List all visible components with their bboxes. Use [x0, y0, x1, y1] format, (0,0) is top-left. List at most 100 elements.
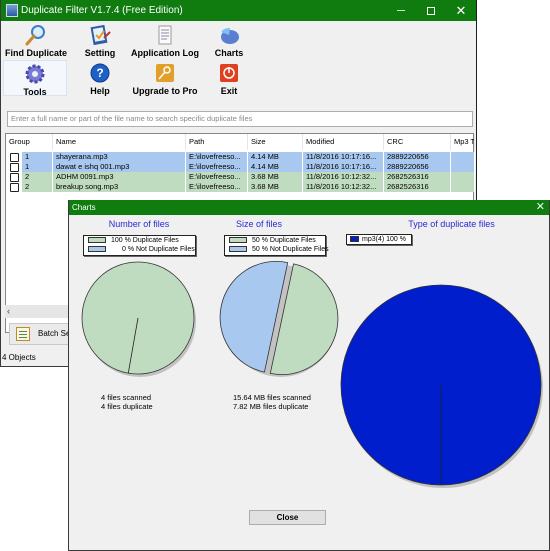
title-bar: Duplicate Filter V1.7.4 (Free Edition) ✕: [1, 0, 476, 21]
files-duplicate-text: 4 files duplicate: [101, 402, 153, 411]
cell-crc: 2889220656: [384, 152, 451, 162]
files-scanned-text: 4 files scanned: [101, 393, 152, 402]
window-title: Duplicate Filter V1.7.4 (Free Edition): [21, 5, 183, 16]
chart-title-type-of-files: Type of duplicate files: [408, 219, 495, 229]
legend-swatch-duplicate: [229, 237, 247, 243]
legend-number-of-files: 100 % Duplicate Files 0 % Not Duplicate …: [83, 235, 196, 256]
dialog-close-icon[interactable]: ✕: [536, 200, 545, 215]
find-duplicate-button[interactable]: Find Duplicate: [1, 22, 71, 58]
minimize-button[interactable]: [386, 0, 416, 21]
cell-path: E:\ilovefreeso...: [186, 182, 248, 192]
legend-swatch-not-duplicate: [88, 246, 106, 252]
legend-label: 0 % Not Duplicate Files: [122, 246, 195, 253]
cell-name: breakup song.mp3: [53, 182, 186, 192]
pie-chart-icon: [221, 27, 239, 44]
cell-modified: 11/8/2016 10:12:32...: [303, 172, 384, 182]
cell-group: 2: [22, 172, 53, 182]
cell-size: 4.14 MB: [248, 152, 303, 162]
legend-item: mp3(4) 100 %: [347, 235, 411, 244]
cell-group: 1: [22, 162, 53, 172]
column-header-name[interactable]: Name: [53, 134, 186, 150]
table-row[interactable]: 2 breakup song.mp3 E:\ilovefreeso... 3.6…: [6, 182, 475, 192]
search-input[interactable]: Enter a full name or part of the file na…: [7, 111, 473, 127]
legend-item: 50 % Duplicate Files: [225, 236, 325, 245]
cell-path: E:\ilovefreeso...: [186, 162, 248, 172]
column-header-size[interactable]: Size: [248, 134, 303, 150]
toolbar: Find Duplicate Setting Application Log C…: [1, 22, 261, 98]
table-header: Group Name Path Size Modified CRC Mp3 T: [6, 134, 475, 150]
key-icon: [156, 64, 174, 82]
scroll-left-icon[interactable]: ‹: [7, 305, 10, 318]
cell-modified: 11/8/2016 10:12:32...: [303, 182, 384, 192]
legend-item: 100 % Duplicate Files: [84, 236, 195, 245]
legend-label: 100 % Duplicate Files: [111, 237, 179, 244]
legend-swatch-not-duplicate: [229, 246, 247, 252]
legend-label: 50 % Duplicate Files: [252, 237, 316, 244]
column-header-path[interactable]: Path: [186, 134, 248, 150]
close-button[interactable]: ✕: [446, 0, 476, 21]
app-icon: [6, 4, 18, 17]
dialog-title: Charts: [72, 203, 96, 212]
column-header-group[interactable]: Group: [6, 134, 53, 150]
stats-size-of-files: 15.64 MB files scanned 7.82 MB files dup…: [233, 393, 311, 411]
exit-button[interactable]: Exit: [194, 60, 264, 96]
cell-path: E:\ilovefreeso...: [186, 172, 248, 182]
close-button[interactable]: Close: [249, 510, 326, 525]
cell-name: shayerana.mp3: [53, 152, 186, 162]
legend-swatch-duplicate: [88, 237, 106, 243]
maximize-icon: [427, 6, 435, 15]
cell-modified: 11/8/2016 10:17:16...: [303, 152, 384, 162]
svg-text:?: ?: [96, 66, 103, 80]
table-row[interactable]: 1 shayerana.mp3 E:\ilovefreeso... 4.14 M…: [6, 152, 475, 162]
row-checkbox[interactable]: [10, 173, 19, 182]
legend-item: 50 % Not Duplicate Files: [225, 245, 329, 254]
cell-size: 3.68 MB: [248, 172, 303, 182]
help-icon: ?: [90, 63, 110, 83]
cell-modified: 11/8/2016 10:17:16...: [303, 162, 384, 172]
size-scanned-text: 15.64 MB files scanned: [233, 393, 311, 402]
row-checkbox[interactable]: [10, 183, 19, 192]
cell-mp3: [451, 182, 475, 192]
column-header-mp3[interactable]: Mp3 T: [451, 134, 475, 150]
size-duplicate-text: 7.82 MB files duplicate: [233, 402, 309, 411]
chart-title-number-of-files: Number of files: [108, 219, 170, 229]
cell-group: 1: [22, 152, 53, 162]
cell-mp3: [451, 172, 475, 182]
pie-chart-size-of-files: [219, 260, 339, 377]
upgrade-to-pro-button[interactable]: Upgrade to Pro: [130, 60, 200, 96]
cell-size: 4.14 MB: [248, 162, 303, 172]
table-row[interactable]: 2 ADHM 0091.mp3 E:\ilovefreeso... 3.68 M…: [6, 172, 475, 182]
checklist-icon: [16, 327, 30, 341]
column-header-crc[interactable]: CRC: [384, 134, 451, 150]
horizontal-scrollbar[interactable]: ‹: [5, 305, 75, 318]
legend-type-of-files: mp3(4) 100 %: [346, 234, 412, 245]
magnifier-icon: [25, 25, 45, 46]
status-bar-text: 4 Objects: [2, 353, 36, 362]
minimize-icon: [397, 10, 405, 12]
gear-icon: [25, 64, 45, 84]
cell-path: E:\ilovefreeso...: [186, 152, 248, 162]
chart-title-size-of-files: Size of files: [235, 219, 283, 229]
stats-number-of-files: 4 files scanned 4 files duplicate: [101, 393, 153, 411]
charts-button[interactable]: Charts: [194, 22, 264, 58]
cell-mp3: [451, 162, 475, 172]
cell-size: 3.68 MB: [248, 182, 303, 192]
setting-button[interactable]: Setting: [65, 22, 135, 58]
pie-chart-number-of-files: [81, 261, 196, 377]
cell-crc: 2889220656: [384, 162, 451, 172]
cell-mp3: [451, 152, 475, 162]
legend-swatch-mp3: [350, 236, 359, 242]
legend-size-of-files: 50 % Duplicate Files 50 % Not Duplicate …: [224, 235, 329, 256]
tools-button[interactable]: Tools: [3, 60, 67, 97]
column-header-modified[interactable]: Modified: [303, 134, 384, 150]
row-checkbox[interactable]: [10, 163, 19, 172]
application-log-button[interactable]: Application Log: [130, 22, 200, 58]
maximize-button[interactable]: [416, 0, 446, 21]
charts-dialog: Charts ✕ Number of files 100 % Duplicate…: [68, 200, 550, 551]
cell-name: ADHM 0091.mp3: [53, 172, 186, 182]
pie-chart-type-of-files: [340, 284, 543, 488]
row-checkbox[interactable]: [10, 153, 19, 162]
cell-crc: 2682526316: [384, 182, 451, 192]
help-button[interactable]: ? Help: [65, 60, 135, 96]
table-row[interactable]: 1 dawat e ishq 001.mp3 E:\ilovefreeso...…: [6, 162, 475, 172]
